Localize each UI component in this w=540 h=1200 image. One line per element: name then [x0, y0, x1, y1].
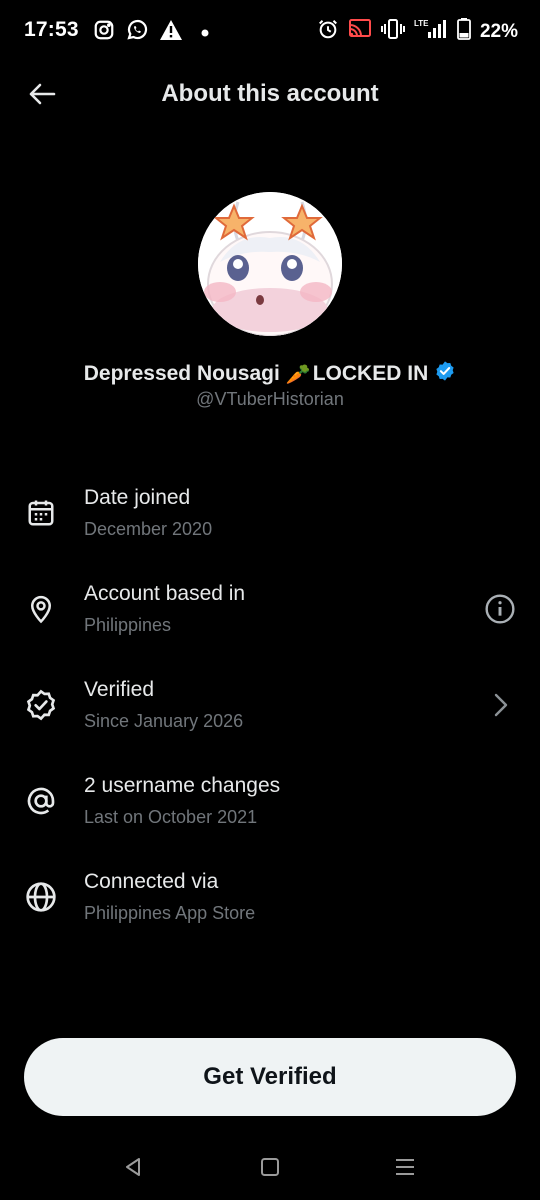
system-nav-bar: [0, 1140, 540, 1200]
app-header: About this account: [0, 64, 540, 130]
status-right-icons: LTE 22%: [317, 18, 518, 45]
calendar-icon: [24, 496, 58, 530]
lte-signal-icon: LTE: [414, 18, 448, 45]
info-title: Date joined: [84, 486, 191, 509]
screen: 17:53 LTE 22% About this account Depress…: [0, 0, 540, 1200]
status-bar: 17:53 LTE 22%: [0, 0, 540, 64]
chevron-right-icon[interactable]: [482, 687, 518, 723]
page-title: About this account: [161, 80, 379, 107]
profile-handle: @VTuberHistorian: [196, 389, 344, 409]
nav-recents-button[interactable]: [390, 1154, 420, 1184]
menu-lines-icon: [394, 1157, 416, 1182]
vibrate-icon: [380, 18, 405, 45]
status-time: 17:53: [24, 18, 79, 41]
verified-badge-icon: [434, 360, 456, 388]
info-title: 2 username changes: [84, 774, 281, 797]
info-row-date-joined: Date joined December 2020: [0, 478, 540, 568]
info-subtitle: Philippines App Store: [84, 903, 256, 923]
nav-home-button[interactable]: [255, 1154, 285, 1184]
whatsapp-icon: [125, 18, 149, 47]
carrot-emoji: 🥕: [285, 363, 311, 386]
info-row-account-based-in: Account based in Philippines: [0, 574, 540, 664]
cast-icon: [348, 18, 372, 45]
info-row-connected-via: Connected via Philippines App Store: [0, 862, 540, 952]
battery-percent: 22%: [479, 20, 518, 42]
info-title: Connected via: [84, 870, 219, 893]
verified-badge-outline-icon: [24, 688, 58, 722]
square-home-icon: [260, 1157, 280, 1182]
status-left-icons: [93, 18, 209, 47]
info-icon[interactable]: [482, 591, 518, 627]
info-subtitle: December 2020: [84, 519, 213, 539]
dot-icon: [193, 24, 209, 42]
at-sign-icon: [24, 784, 58, 818]
instagram-icon: [93, 19, 115, 46]
info-subtitle: Philippines: [84, 615, 172, 635]
info-title: Account based in: [84, 582, 246, 605]
triangle-back-icon: [122, 1156, 144, 1183]
globe-icon: [24, 880, 58, 914]
info-subtitle: Since January 2026: [84, 711, 244, 731]
location-pin-icon: [24, 592, 58, 626]
avatar[interactable]: [198, 192, 342, 336]
info-subtitle: Last on October 2021: [84, 807, 258, 827]
warning-icon: [159, 19, 183, 46]
get-verified-button[interactable]: Get Verified: [24, 1038, 516, 1116]
info-row-verified[interactable]: Verified Since January 2026: [0, 670, 540, 760]
alarm-icon: [317, 18, 339, 45]
display-name-text: Depressed Nousagi: [83, 362, 280, 385]
profile-display-name: Depressed Nousagi 🥕 LOCKED IN: [0, 360, 540, 388]
display-name-suffix: LOCKED IN: [312, 362, 429, 385]
battery-icon: [457, 18, 471, 45]
svg-text:LTE: LTE: [414, 19, 429, 28]
nav-back-button[interactable]: [118, 1154, 148, 1184]
avatar-image: [198, 192, 342, 336]
info-title: Verified: [84, 678, 155, 701]
info-row-username-changes: 2 username changes Last on October 2021: [0, 766, 540, 856]
